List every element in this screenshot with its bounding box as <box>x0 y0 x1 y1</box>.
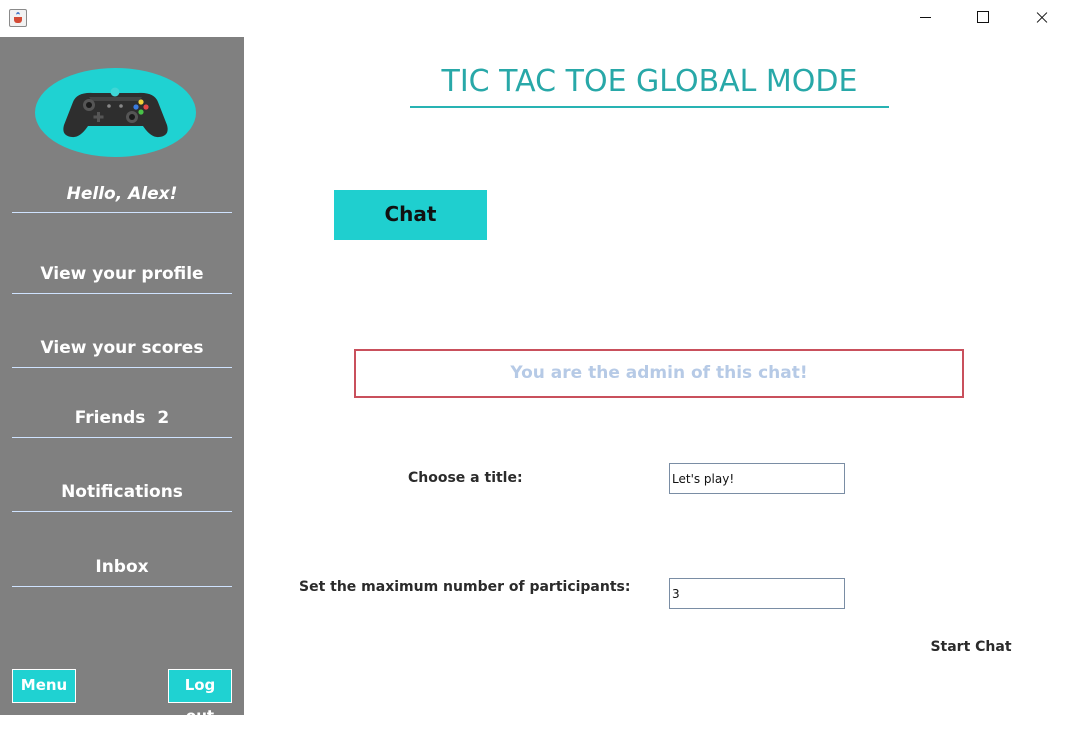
max-participants-label: Set the maximum number of participants: <box>299 579 631 595</box>
sidebar-item-scores[interactable]: View your scores <box>12 328 232 368</box>
sidebar-item-notifications[interactable]: Notifications <box>12 472 232 512</box>
sidebar-item-profile[interactable]: View your profile <box>12 254 232 294</box>
chat-button[interactable]: Chat <box>334 190 487 240</box>
window-titlebar <box>0 0 1070 37</box>
maximize-icon[interactable] <box>954 0 1012 36</box>
java-cup-icon[interactable] <box>9 9 27 27</box>
admin-notice: You are the admin of this chat! <box>354 349 964 398</box>
chat-title-label: Choose a title: <box>408 470 523 486</box>
chat-title-input[interactable] <box>669 463 845 494</box>
sidebar-item-inbox[interactable]: Inbox <box>12 547 232 587</box>
sidebar: Hello, Alex! View your profile View your… <box>0 37 244 725</box>
max-participants-input[interactable] <box>669 578 845 609</box>
logo <box>35 68 196 157</box>
friends-count-badge: 2 <box>157 408 170 428</box>
sidebar-item-friends[interactable]: Friends 2 <box>12 398 232 438</box>
menu-button[interactable]: Menu <box>12 669 76 703</box>
user-greeting: Hello, Alex! <box>12 173 232 213</box>
close-icon[interactable] <box>1012 0 1070 36</box>
start-chat-button[interactable]: Start Chat <box>928 636 1014 658</box>
logout-button[interactable]: Log out <box>168 669 232 725</box>
gamepad-icon <box>63 87 168 138</box>
sidebar-item-label: Friends <box>74 408 146 428</box>
minimize-icon[interactable] <box>896 0 954 36</box>
page-title: TIC TAC TOE GLOBAL MODE <box>410 58 889 108</box>
